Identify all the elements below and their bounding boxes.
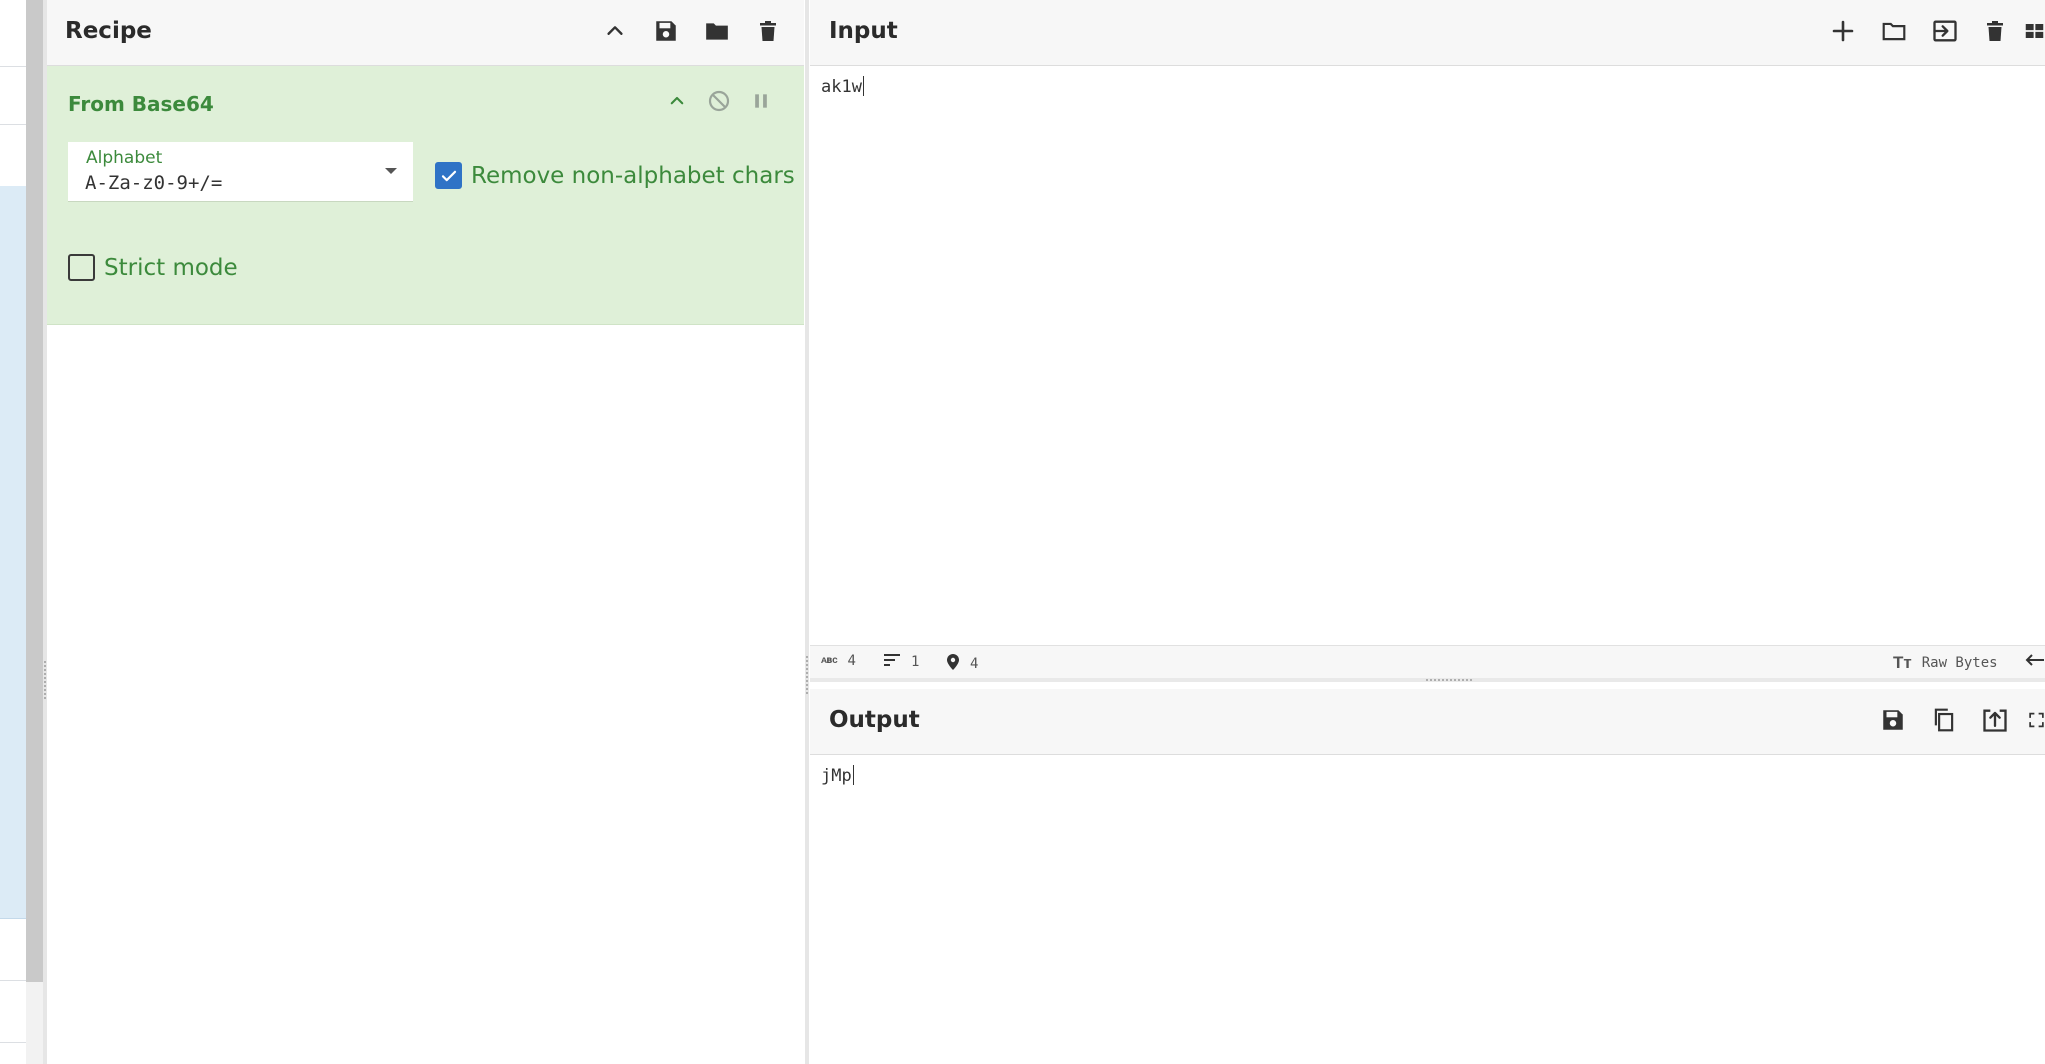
- operation-title: From Base64: [68, 92, 214, 116]
- char-count-stat: ᴀʙᴄ 4: [821, 653, 856, 669]
- maximize-icon[interactable]: [2028, 703, 2045, 737]
- plus-icon[interactable]: [1826, 14, 1860, 48]
- column-resize-gutter[interactable]: [805, 0, 809, 1064]
- list-item[interactable]: [0, 796, 26, 857]
- lines-icon: [883, 653, 901, 671]
- replace-input-icon[interactable]: [1978, 703, 2012, 737]
- folder-icon[interactable]: [700, 14, 734, 48]
- list-item[interactable]: [0, 246, 26, 309]
- chevron-up-icon[interactable]: [662, 86, 692, 116]
- folder-icon[interactable]: [1877, 14, 1911, 48]
- input-header: Input: [810, 0, 2045, 66]
- text-cursor: [862, 76, 864, 96]
- list-item[interactable]: [0, 66, 26, 125]
- list-item[interactable]: [0, 918, 26, 981]
- operation-from-base64[interactable]: From Base64 Alphabet A-Za-z0-9+/= Remove…: [47, 66, 804, 325]
- char-count: 4: [847, 653, 856, 669]
- remove-non-alphabet-label: Remove non-alphabet chars: [471, 162, 795, 189]
- trash-icon[interactable]: [751, 14, 785, 48]
- alphabet-label: Alphabet: [86, 148, 163, 168]
- import-icon[interactable]: [1928, 14, 1962, 48]
- alphabet-select[interactable]: Alphabet A-Za-z0-9+/=: [68, 142, 413, 202]
- io-area: Input ak1w ᴀʙᴄ 4 1 4 Tт Raw Bytes Output…: [810, 0, 2045, 1064]
- eol-selector[interactable]: [2024, 653, 2045, 671]
- list-item[interactable]: [0, 490, 26, 553]
- list-item[interactable]: [0, 308, 26, 369]
- text-size-icon: Tт: [1893, 653, 1912, 672]
- input-status-bar: ᴀʙᴄ 4 1 4 Tт Raw Bytes: [810, 645, 2045, 678]
- output-header: Output: [810, 689, 2045, 755]
- checkbox-checked-icon[interactable]: [435, 162, 462, 189]
- line-count: 1: [911, 654, 920, 670]
- abc-icon: ᴀʙᴄ: [821, 655, 838, 666]
- list-item[interactable]: [0, 674, 26, 735]
- line-count-stat: 1: [883, 653, 919, 671]
- output-textarea[interactable]: jMp: [821, 765, 854, 786]
- list-item[interactable]: [0, 734, 26, 797]
- scrollbar-track[interactable]: [26, 982, 43, 1064]
- strict-mode-label: Strict mode: [104, 254, 238, 281]
- input-text: ak1w: [821, 77, 862, 97]
- trash-icon[interactable]: [1978, 14, 2012, 48]
- save-icon[interactable]: [649, 14, 683, 48]
- output-text: jMp: [821, 766, 852, 786]
- encoding-label: Raw Bytes: [1921, 655, 1998, 671]
- remove-non-alphabet-checkbox[interactable]: Remove non-alphabet chars: [435, 162, 795, 189]
- recipe-panel: Recipe From Base64 Alphabet A-Za-z0-9+/=: [47, 0, 804, 1064]
- list-item[interactable]: [0, 368, 26, 431]
- input-textarea[interactable]: ak1w: [821, 76, 864, 97]
- caret-down-icon[interactable]: [385, 168, 397, 174]
- arrow-left-icon: [2024, 653, 2045, 671]
- recipe-header: Recipe: [47, 0, 804, 66]
- copy-icon[interactable]: [1927, 703, 1961, 737]
- save-icon[interactable]: [1876, 703, 1910, 737]
- position-stat: 4: [946, 653, 978, 675]
- operations-list-edge: [0, 0, 26, 1064]
- disable-icon[interactable]: [704, 86, 734, 116]
- recipe-title: Recipe: [65, 18, 152, 44]
- list-item[interactable]: [0, 124, 26, 187]
- list-item[interactable]: [0, 0, 26, 67]
- list-item[interactable]: [0, 430, 26, 491]
- output-title: Output: [829, 707, 920, 733]
- checkbox-unchecked-icon[interactable]: [68, 254, 95, 281]
- list-item[interactable]: [0, 612, 26, 675]
- scrollbar-thumb[interactable]: [26, 0, 43, 982]
- row-resize-gutter[interactable]: [810, 678, 2045, 682]
- list-item[interactable]: [0, 980, 26, 1043]
- list-item[interactable]: [0, 186, 26, 247]
- alphabet-value: A-Za-z0-9+/=: [85, 172, 223, 194]
- list-item[interactable]: [0, 552, 26, 613]
- list-item[interactable]: [0, 856, 26, 919]
- strict-mode-checkbox[interactable]: Strict mode: [68, 254, 238, 281]
- layout-icon[interactable]: [2024, 14, 2045, 48]
- map-pin-icon: [946, 653, 960, 675]
- cursor-position: 4: [970, 656, 979, 672]
- encoding-selector[interactable]: Tт Raw Bytes: [1893, 653, 1998, 673]
- input-title: Input: [829, 18, 898, 44]
- text-cursor: [852, 765, 854, 785]
- chevron-up-icon[interactable]: [598, 14, 632, 48]
- pause-icon[interactable]: [746, 86, 776, 116]
